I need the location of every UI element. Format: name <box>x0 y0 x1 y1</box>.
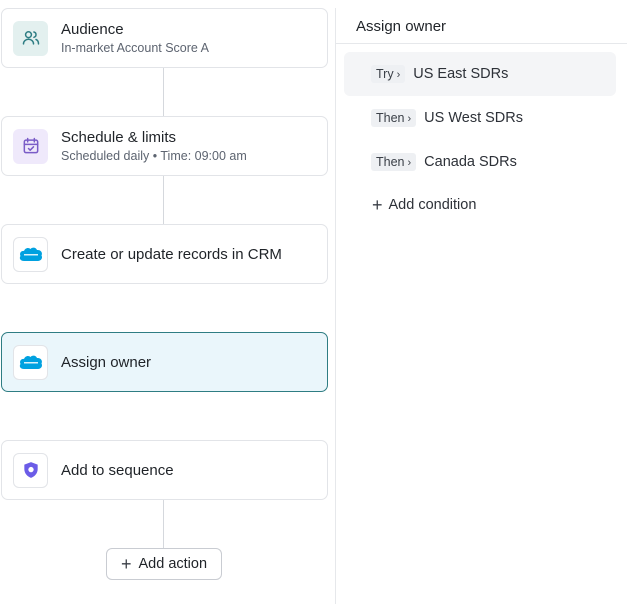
step-assign-owner[interactable]: Assign owner <box>1 332 328 392</box>
step-title: Audience <box>61 21 124 38</box>
add-action-button[interactable]: + Add action <box>106 548 222 580</box>
plus-icon: + <box>372 195 383 215</box>
step-connector <box>163 500 164 548</box>
users-icon <box>13 20 48 56</box>
owner-rule-row[interactable]: Then › Canada SDRs <box>344 140 616 184</box>
assign-owner-panel: Assign owner Try › US East SDRs Then › US … <box>335 8 627 604</box>
calendar-check-icon <box>13 128 48 164</box>
step-title: Create or update records in CRM <box>61 245 282 263</box>
step-title: Schedule & limits <box>61 129 177 146</box>
rule-prefix-chip: Try › <box>371 65 406 83</box>
add-condition-label: Add condition <box>388 197 477 213</box>
rule-label: Canada SDRs <box>424 154 517 170</box>
step-subtitle: Scheduled daily • Time: 09:00 am <box>61 149 247 163</box>
rule-label: US West SDRs <box>424 110 524 126</box>
step-schedule[interactable]: Schedule & limits Scheduled daily • Time… <box>1 116 328 176</box>
chevron-right-icon: › <box>407 113 412 125</box>
step-subtitle: In-market Account Score A <box>61 41 209 55</box>
panel-divider <box>336 43 627 44</box>
step-audience[interactable]: Audience In-market Account Score A <box>1 8 328 68</box>
add-condition-button[interactable]: + Add condition <box>372 196 476 214</box>
salesforce-logo <box>13 236 48 272</box>
rule-prefix-chip: Then › <box>371 153 417 171</box>
owner-rule-row[interactable]: Then › US West SDRs <box>344 96 616 140</box>
owner-rule-row[interactable]: Try › US East SDRs <box>344 52 616 96</box>
plus-icon: + <box>120 554 132 574</box>
step-add-to-sequence[interactable]: Add to sequence <box>1 440 328 500</box>
salesforce-logo <box>13 344 48 380</box>
step-connector <box>163 176 164 224</box>
step-title: Assign owner <box>61 353 152 371</box>
step-crm-records[interactable]: Create or update records in CRM <box>1 224 328 284</box>
add-action-label: Add action <box>138 556 208 572</box>
chevron-right-icon: › <box>407 157 412 169</box>
step-title: Add to sequence <box>61 461 174 479</box>
step-connector <box>163 68 164 116</box>
rule-label: US East SDRs <box>413 66 509 82</box>
rule-prefix-chip: Then › <box>371 109 417 127</box>
workflow-canvas: Audience In-market Account Score A Sched… <box>0 0 336 604</box>
chevron-right-icon: › <box>396 69 401 81</box>
sequence-shield-icon <box>13 452 48 488</box>
panel-title: Assign owner <box>356 18 447 35</box>
